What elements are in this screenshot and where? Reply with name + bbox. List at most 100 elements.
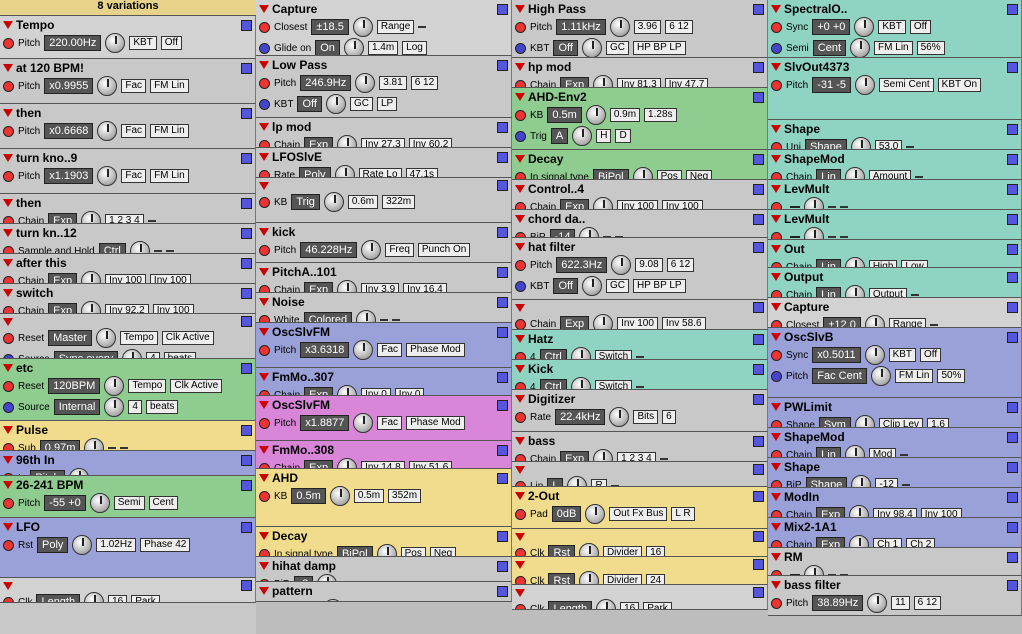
module-title[interactable]: High Pass xyxy=(515,2,764,16)
input-jack-icon[interactable] xyxy=(771,42,782,54)
param-button[interactable]: Inv 98.4 xyxy=(873,508,917,517)
value-display[interactable]: Shape xyxy=(805,139,847,149)
value-display[interactable]: ±18.5 xyxy=(311,19,349,35)
input-jack-icon[interactable] xyxy=(259,169,270,177)
value-display[interactable]: Length xyxy=(548,601,593,609)
param-button[interactable]: 56% xyxy=(916,41,945,55)
param-button[interactable]: beats xyxy=(145,400,179,414)
input-jack-icon[interactable] xyxy=(771,479,782,487)
value-display[interactable]: Rst xyxy=(548,573,575,584)
param-button[interactable]: Switch xyxy=(594,350,633,359)
param-button[interactable]: Tempo xyxy=(128,379,167,393)
input-jack-icon[interactable] xyxy=(771,597,782,609)
value-display[interactable]: 622.3Hz xyxy=(556,257,608,273)
input-jack-icon[interactable] xyxy=(3,170,14,182)
value-display[interactable]: Exp xyxy=(48,273,78,283)
value-display[interactable]: -31 -5 xyxy=(812,77,851,93)
module-title[interactable]: PWLimit xyxy=(771,400,1018,414)
output-jack-icon[interactable] xyxy=(497,585,508,597)
collapse-icon[interactable] xyxy=(771,5,781,13)
knob-icon[interactable] xyxy=(334,165,355,177)
knob-icon[interactable] xyxy=(68,468,89,475)
collapse-icon[interactable] xyxy=(771,333,781,341)
module-title[interactable]: turn kno..9 xyxy=(3,151,252,165)
param-button[interactable]: beats xyxy=(163,352,197,358)
value-display[interactable]: Length xyxy=(36,594,81,602)
output-jack-icon[interactable] xyxy=(1007,551,1018,563)
module-title[interactable] xyxy=(3,316,252,327)
input-jack-icon[interactable] xyxy=(3,125,14,137)
param-button[interactable]: Inv 100 xyxy=(105,274,146,283)
param-button[interactable]: 16 xyxy=(108,595,128,602)
collapse-icon[interactable] xyxy=(259,373,269,381)
param-button[interactable] xyxy=(165,250,174,252)
input-jack-icon[interactable] xyxy=(3,596,14,602)
output-jack-icon[interactable] xyxy=(497,472,508,484)
input-jack-icon[interactable] xyxy=(3,497,14,509)
value-display[interactable]: Ctrl xyxy=(539,349,567,359)
param-button[interactable]: Off xyxy=(920,348,942,362)
collapse-icon[interactable] xyxy=(771,303,781,311)
value-display[interactable]: 0.5m xyxy=(291,488,326,504)
value-display[interactable]: Lin xyxy=(816,447,841,457)
knob-icon[interactable] xyxy=(323,192,344,212)
module-title[interactable] xyxy=(515,559,764,570)
output-jack-icon[interactable] xyxy=(753,559,764,570)
module-title[interactable] xyxy=(515,302,764,313)
value-display[interactable]: -55 +0 xyxy=(44,495,86,511)
output-jack-icon[interactable] xyxy=(497,180,508,191)
collapse-icon[interactable] xyxy=(515,532,525,541)
output-jack-icon[interactable] xyxy=(1007,123,1018,135)
output-jack-icon[interactable] xyxy=(497,266,508,278)
param-button[interactable] xyxy=(108,447,117,449)
input-jack-icon[interactable] xyxy=(3,305,14,313)
param-button[interactable]: D xyxy=(615,129,631,143)
knob-icon[interactable] xyxy=(355,73,376,93)
param-button[interactable]: GC xyxy=(349,97,373,111)
param-button[interactable] xyxy=(840,236,848,238)
module-title[interactable]: Tempo xyxy=(3,18,252,32)
param-button[interactable]: Fac xyxy=(121,124,147,138)
param-button[interactable] xyxy=(901,484,910,486)
input-jack-icon[interactable] xyxy=(771,231,782,239)
value-display[interactable]: Exp xyxy=(560,451,590,461)
knob-icon[interactable] xyxy=(609,17,630,37)
param-button[interactable]: 0.5m xyxy=(353,489,385,503)
param-button[interactable] xyxy=(153,250,162,252)
input-jack-icon[interactable] xyxy=(515,547,526,556)
param-button[interactable]: 6 12 xyxy=(913,596,942,610)
collapse-icon[interactable] xyxy=(3,199,13,207)
input-jack-icon[interactable] xyxy=(515,453,526,461)
param-button[interactable]: Ch 2 xyxy=(906,538,936,547)
module-title[interactable]: Pulse xyxy=(3,423,252,437)
input-jack-icon[interactable] xyxy=(259,244,270,256)
knob-icon[interactable] xyxy=(81,211,102,223)
output-jack-icon[interactable] xyxy=(753,61,764,73)
input-jack-icon[interactable] xyxy=(259,77,270,89)
collapse-icon[interactable] xyxy=(259,562,269,570)
param-button[interactable]: Inv 0 xyxy=(361,388,391,395)
knob-icon[interactable] xyxy=(104,376,125,396)
output-jack-icon[interactable] xyxy=(497,226,508,238)
param-button[interactable]: 4 xyxy=(128,400,142,414)
param-button[interactable]: L R xyxy=(671,507,695,521)
collapse-icon[interactable] xyxy=(3,426,13,434)
module-title[interactable]: LFOSlvE xyxy=(259,150,508,164)
output-jack-icon[interactable] xyxy=(241,107,252,119)
module-title[interactable]: pattern xyxy=(259,584,508,598)
param-button[interactable] xyxy=(636,356,645,358)
collapse-icon[interactable] xyxy=(515,243,525,251)
param-button[interactable]: Rate Lo xyxy=(358,168,402,177)
collapse-icon[interactable] xyxy=(3,109,13,117)
module-title[interactable]: Control..4 xyxy=(515,182,764,196)
param-button[interactable]: H xyxy=(596,129,612,143)
param-button[interactable] xyxy=(636,386,645,388)
param-button[interactable]: Neg xyxy=(685,170,713,179)
module-title[interactable]: AHD xyxy=(259,471,508,485)
value-display[interactable]: Exp xyxy=(304,137,334,147)
knob-icon[interactable] xyxy=(337,135,358,147)
input-jack-icon[interactable] xyxy=(515,351,526,359)
param-button[interactable]: Clk Active xyxy=(161,331,214,345)
module-title[interactable]: bass filter xyxy=(771,578,1018,592)
module-title[interactable]: LevMult xyxy=(771,212,1018,226)
